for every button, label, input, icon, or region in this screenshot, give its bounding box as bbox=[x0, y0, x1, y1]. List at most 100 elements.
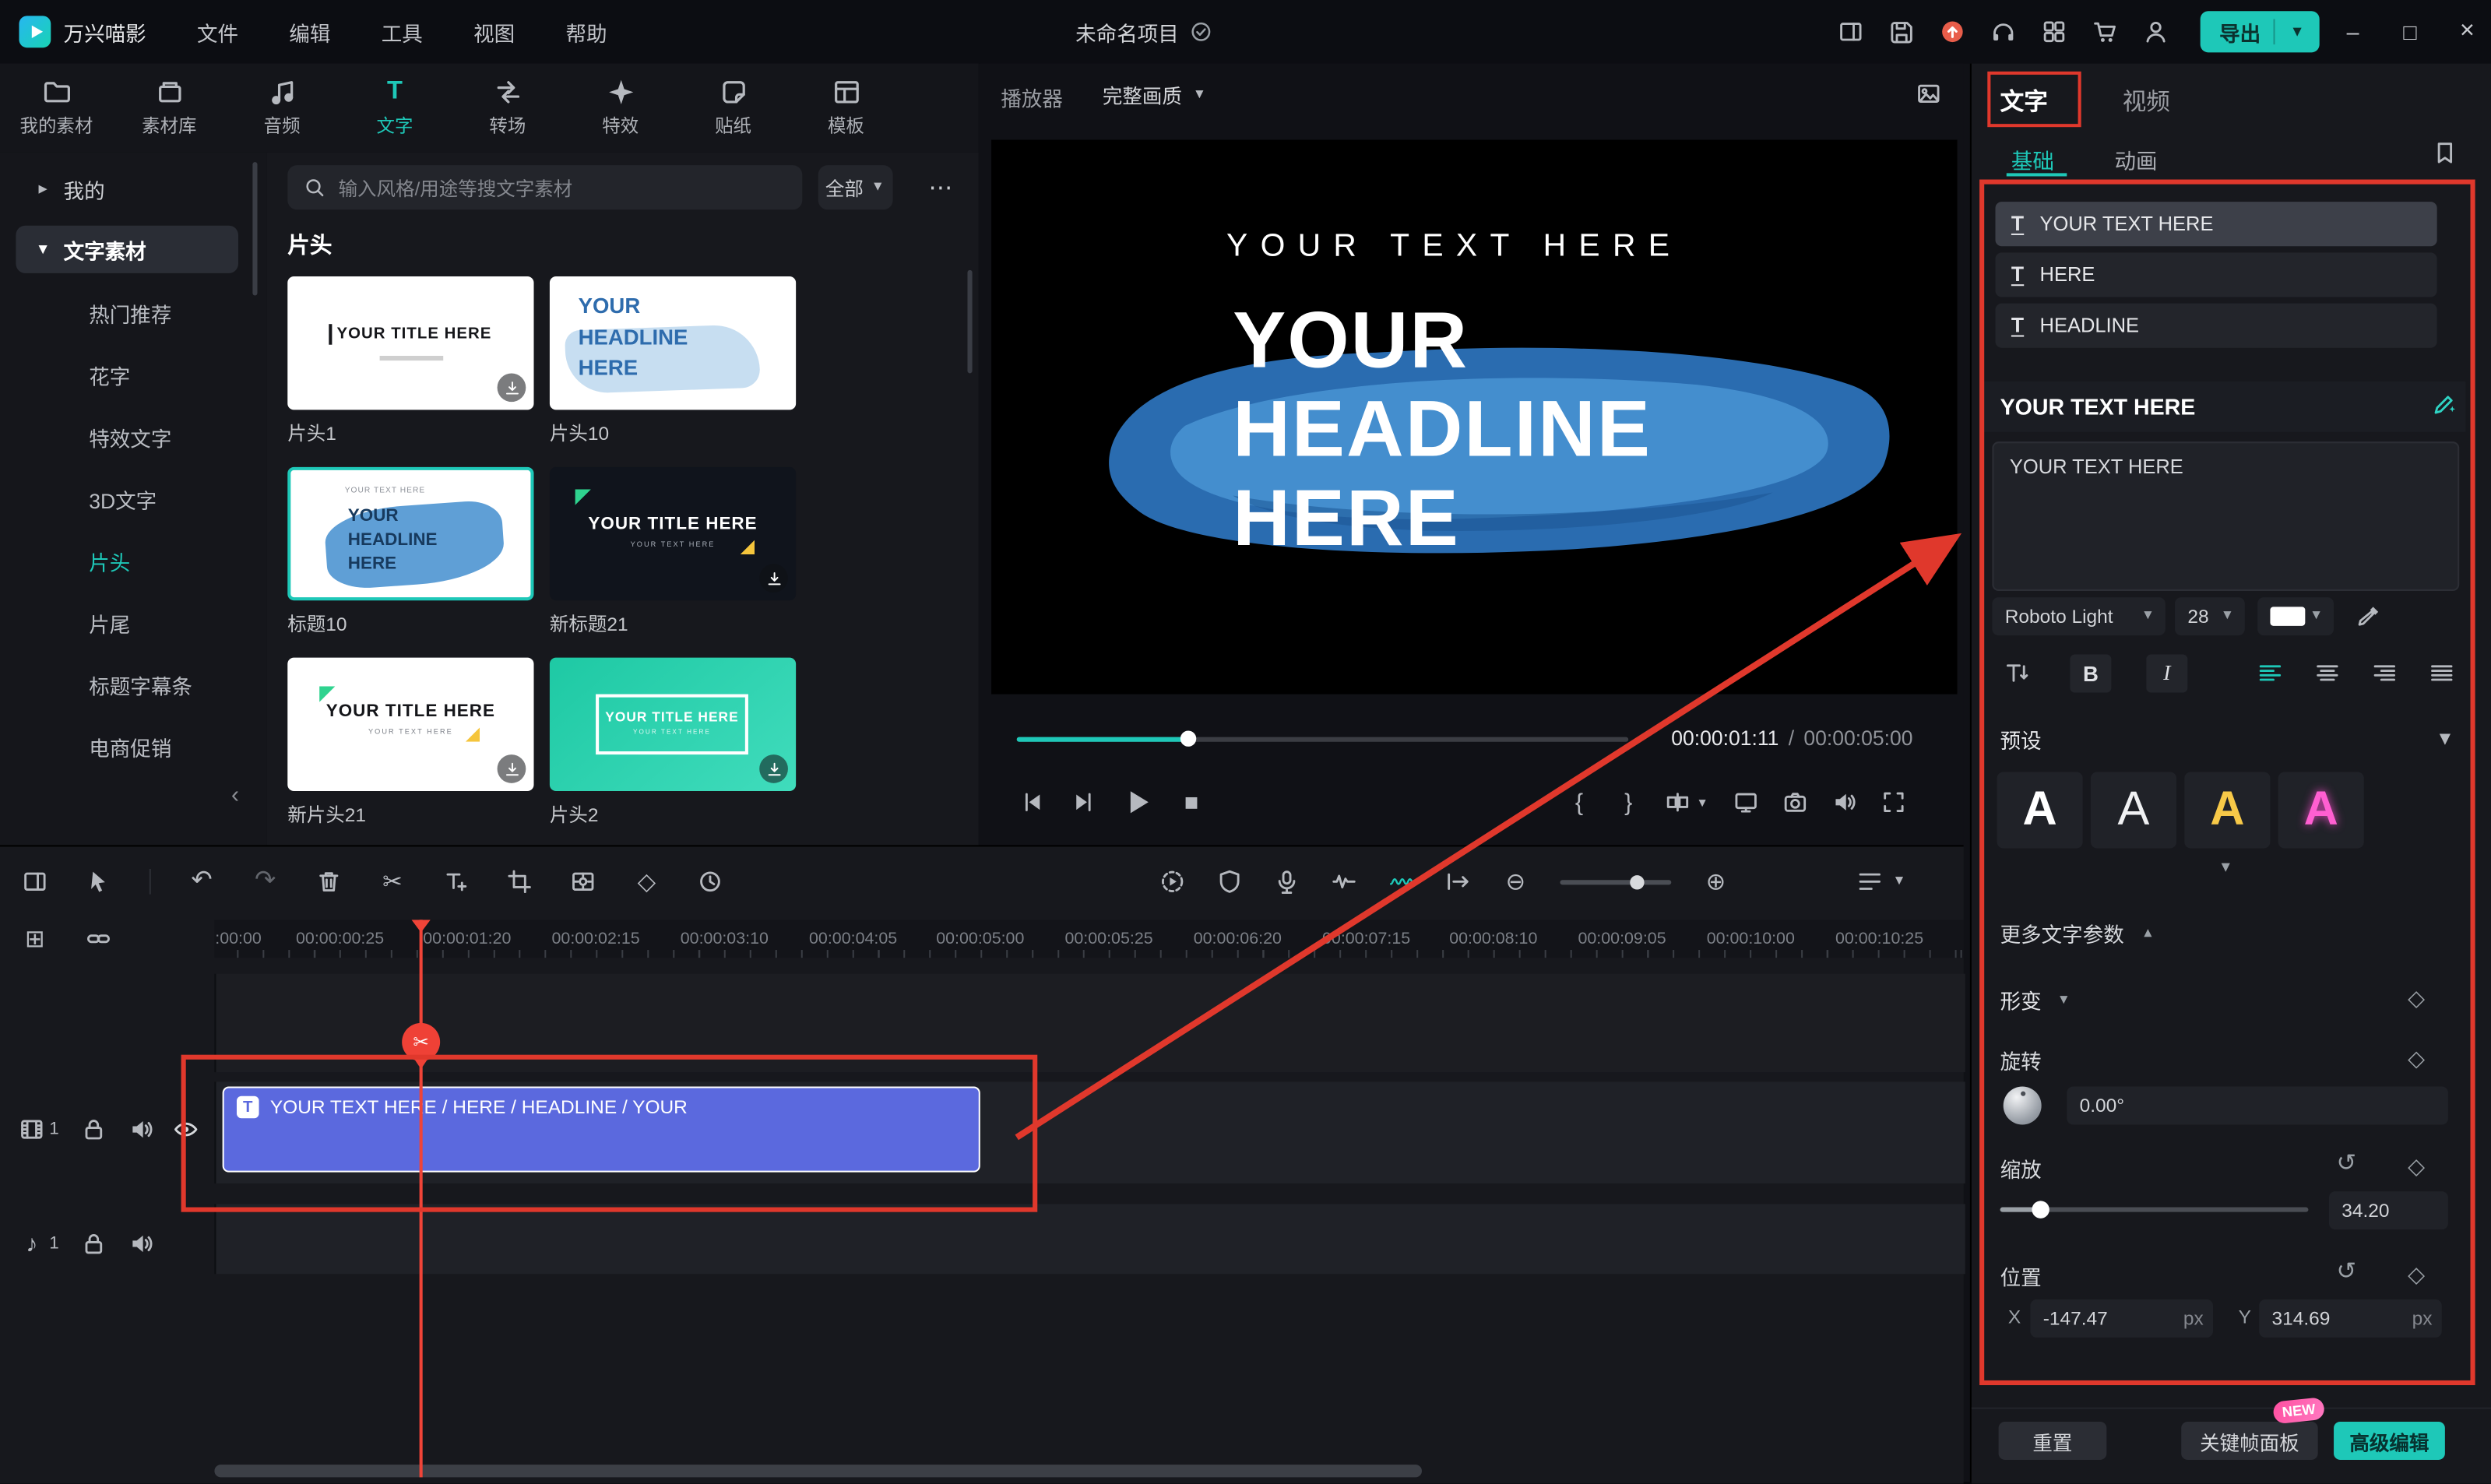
template-card-5[interactable]: YOUR TITLE HERE YOUR TEXT HERE 新片头21 bbox=[287, 658, 533, 828]
record-voiceover-icon[interactable] bbox=[1274, 869, 1300, 895]
italic-button[interactable]: I bbox=[2146, 655, 2187, 693]
zoom-out-icon[interactable]: ⊖ bbox=[1503, 869, 1529, 895]
reset-button[interactable]: 重置 bbox=[1999, 1422, 2107, 1460]
layer-item-3[interactable]: T HEADLINE bbox=[1995, 304, 2436, 348]
presets-collapse-icon[interactable]: ▾ bbox=[2433, 724, 2458, 750]
preview-text-line[interactable]: YOUR TEXT HERE bbox=[1226, 229, 1682, 266]
mark-out-button[interactable]: } bbox=[1616, 789, 1641, 815]
transform-keyframe-icon[interactable]: ◇ bbox=[2404, 985, 2429, 1011]
redo-icon[interactable]: ↷ bbox=[252, 869, 278, 895]
presets-expand-strip[interactable]: ▾ bbox=[1992, 858, 2459, 877]
sidebar-item-fancy-text[interactable]: 花字 bbox=[0, 351, 267, 399]
auto-ripple-icon[interactable] bbox=[1446, 869, 1472, 895]
undo-icon[interactable]: ↶ bbox=[189, 869, 215, 895]
cart-icon[interactable] bbox=[2092, 19, 2118, 44]
font-size-select[interactable]: 28 ▾ bbox=[2175, 597, 2245, 635]
audio-sync-icon[interactable] bbox=[1332, 869, 1357, 895]
preview-headline[interactable]: YOUR HEADLINE HERE bbox=[1233, 295, 1652, 562]
advanced-edit-button[interactable]: 高级编辑 bbox=[2334, 1422, 2445, 1460]
align-left-button[interactable] bbox=[2251, 655, 2289, 693]
rotate-value-input[interactable]: 0.00° bbox=[2067, 1086, 2448, 1124]
download-button[interactable] bbox=[759, 754, 788, 783]
sidebar-item-lower-thirds[interactable]: 标题字幕条 bbox=[0, 661, 267, 709]
maximize-button[interactable]: □ bbox=[2386, 0, 2433, 64]
caret-down-icon[interactable]: ▾ bbox=[1892, 869, 1906, 895]
library-scrollbar[interactable] bbox=[966, 270, 972, 374]
align-right-button[interactable] bbox=[2366, 655, 2404, 693]
empty-track-lane[interactable] bbox=[214, 974, 1965, 1072]
timeline-ruler[interactable]: :00:00 00:00:00:25 00:00:01:20 00:00:02:… bbox=[214, 920, 1963, 958]
filter-all-dropdown[interactable]: 全部 ▾ bbox=[818, 165, 893, 209]
subtab-animation[interactable]: 动画 bbox=[2115, 143, 2158, 175]
position-y-input[interactable]: 314.69px bbox=[2259, 1299, 2442, 1338]
add-text-icon[interactable] bbox=[443, 869, 469, 895]
tab-stock-library[interactable]: 素材库 bbox=[113, 64, 226, 153]
layer-item-1[interactable]: T YOUR TEXT HERE bbox=[1995, 202, 2436, 246]
preset-tile-yellow[interactable]: A bbox=[2184, 772, 2270, 849]
account-icon[interactable] bbox=[2143, 19, 2169, 44]
download-button[interactable] bbox=[498, 373, 526, 402]
stop-button[interactable]: ■ bbox=[1179, 789, 1205, 815]
play-button[interactable] bbox=[1121, 786, 1153, 818]
render-preview-icon[interactable] bbox=[1159, 869, 1185, 895]
sidebar-item-effect-text[interactable]: 特效文字 bbox=[0, 413, 267, 460]
sidebar-item-mine[interactable]: ▸ 我的 bbox=[0, 168, 267, 209]
speed-icon[interactable] bbox=[698, 869, 723, 895]
menu-tools[interactable]: 工具 bbox=[382, 16, 423, 47]
sidebar-scrollbar[interactable] bbox=[252, 162, 257, 295]
ai-edit-icon[interactable] bbox=[2433, 391, 2458, 417]
sidebar-item-ecommerce[interactable]: 电商促销 bbox=[0, 723, 267, 770]
seek-handle[interactable] bbox=[1180, 730, 1196, 746]
track-manage-icon[interactable] bbox=[23, 869, 48, 895]
scale-value-input[interactable]: 34.20 bbox=[2329, 1191, 2448, 1229]
template-thumbnail[interactable]: YOUR TITLE HERE YOUR TEXT HERE bbox=[550, 658, 796, 791]
text-content-input[interactable]: YOUR TEXT HERE bbox=[1992, 441, 2459, 591]
keyframe-panel-button[interactable]: 关键帧面板 bbox=[2181, 1422, 2317, 1460]
sidebar-item-3d-text[interactable]: 3D文字 bbox=[0, 475, 267, 522]
next-frame-button[interactable] bbox=[1071, 789, 1096, 815]
app-logo-icon[interactable] bbox=[19, 16, 51, 47]
layer-item-2[interactable]: T HERE bbox=[1995, 252, 2436, 297]
motion-track-icon[interactable] bbox=[570, 869, 596, 895]
more-options-button[interactable]: ⋯ bbox=[921, 165, 959, 209]
template-thumbnail[interactable]: YOUR TITLE HERE YOUR TEXT HERE bbox=[550, 467, 796, 600]
export-button[interactable]: 导出 ▾ bbox=[2201, 11, 2320, 52]
menu-file[interactable]: 文件 bbox=[197, 16, 238, 47]
template-card-1[interactable]: YOUR TITLE HERE 片头1 bbox=[287, 276, 533, 446]
scale-reset-icon[interactable]: ↺ bbox=[2334, 1150, 2359, 1176]
preset-tile-bold[interactable]: A bbox=[1997, 772, 2083, 849]
tab-stickers[interactable]: 贴纸 bbox=[677, 64, 790, 153]
tab-video-properties[interactable]: 视频 bbox=[2123, 84, 2170, 118]
apps-grid-icon[interactable] bbox=[2042, 19, 2067, 44]
notification-icon[interactable] bbox=[1940, 19, 1965, 44]
template-thumbnail[interactable]: YOUR TEXT HERE YOURHEADLINEHERE bbox=[287, 467, 533, 600]
quality-dropdown[interactable]: 完整画质 ▾ bbox=[1103, 79, 1208, 110]
second-monitor-button[interactable] bbox=[1733, 789, 1759, 815]
template-thumbnail[interactable]: YOURHEADLINEHERE bbox=[550, 276, 796, 410]
mark-in-button[interactable]: { bbox=[1567, 789, 1592, 815]
template-card-3-selected[interactable]: YOUR TEXT HERE YOURHEADLINEHERE 标题10 bbox=[287, 467, 533, 637]
split-icon[interactable]: ✂ bbox=[380, 869, 406, 895]
more-text-params-toggle[interactable]: 更多文字参数 ▴ bbox=[2000, 918, 2161, 948]
sidebar-item-endings[interactable]: 片尾 bbox=[0, 599, 267, 646]
audio-track-lane[interactable] bbox=[214, 1204, 1965, 1274]
save-icon[interactable] bbox=[1889, 19, 1915, 44]
keyframe-icon[interactable]: ◇ bbox=[634, 869, 660, 895]
mask-icon[interactable] bbox=[1217, 869, 1243, 895]
align-center-button[interactable] bbox=[2308, 655, 2346, 693]
subtab-basic[interactable]: 基础 bbox=[2011, 143, 2054, 175]
text-orientation-icon[interactable] bbox=[2004, 661, 2029, 687]
split-preview-button[interactable]: ▾ bbox=[1665, 789, 1709, 815]
lock-track-icon[interactable] bbox=[81, 1231, 107, 1257]
download-button[interactable] bbox=[498, 754, 526, 783]
fullscreen-button[interactable] bbox=[1881, 789, 1907, 815]
preset-tile-light[interactable]: A bbox=[2091, 772, 2176, 849]
tab-transitions[interactable]: 转场 bbox=[451, 64, 564, 153]
download-button[interactable] bbox=[759, 564, 788, 593]
scale-slider-handle[interactable] bbox=[2032, 1200, 2049, 1217]
previous-frame-button[interactable] bbox=[1020, 789, 1046, 815]
collapse-sidebar-button[interactable]: ‹ bbox=[220, 779, 252, 811]
template-card-6[interactable]: YOUR TITLE HERE YOUR TEXT HERE 片头2 bbox=[550, 658, 796, 828]
timeline-horizontal-scrollbar[interactable] bbox=[214, 1465, 1422, 1477]
font-family-select[interactable]: Roboto Light ▾ bbox=[1992, 597, 2165, 635]
